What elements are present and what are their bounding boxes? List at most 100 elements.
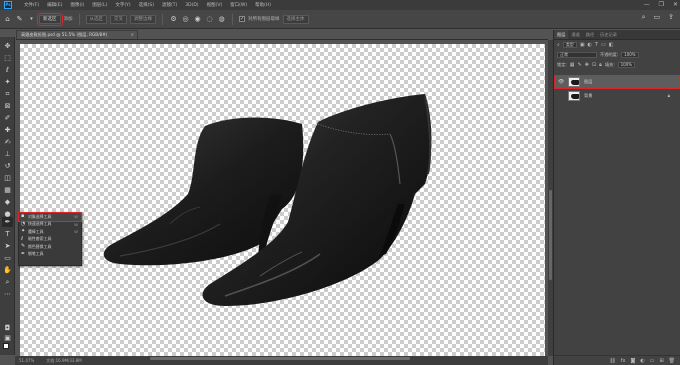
- eye-icon[interactable]: 👁︎: [558, 79, 564, 85]
- lasso-tool-icon[interactable]: ℓ: [2, 65, 13, 75]
- pressure-icon[interactable]: ◉: [193, 15, 202, 24]
- quick-mask-icon[interactable]: ◘: [2, 323, 13, 333]
- new-group-icon[interactable]: ▭: [650, 358, 655, 364]
- chevron-down-icon[interactable]: ▾: [27, 15, 36, 24]
- document-canvas[interactable]: [20, 44, 545, 356]
- menu-edit[interactable]: 编辑(E): [43, 2, 66, 8]
- size-icon[interactable]: ◌: [205, 15, 214, 24]
- flyout-item-magnetic-lasso[interactable]: ℓ 磁性套索工具: [19, 236, 81, 244]
- marquee-tool-icon[interactable]: ⬚: [2, 53, 13, 63]
- filter-adjust-icon[interactable]: ◐: [588, 42, 592, 48]
- share-icon[interactable]: ⇪: [668, 13, 674, 22]
- magic-wand-tool-icon[interactable]: ✦: [2, 77, 13, 87]
- screen-mode-icon[interactable]: ▣: [2, 333, 13, 343]
- lock-move-icon[interactable]: ✥: [585, 62, 589, 68]
- foreground-color-swatch[interactable]: [3, 343, 9, 349]
- frame-tool-icon[interactable]: ⊠: [2, 101, 13, 111]
- layer-row[interactable]: 👁︎ 图层: [554, 75, 680, 89]
- flyout-item-color-replace[interactable]: ✎ 颜色替换工具: [19, 243, 81, 251]
- more-tools-icon[interactable]: ⋯: [2, 289, 13, 299]
- aligned-icon[interactable]: ◍: [217, 15, 226, 24]
- layer-name[interactable]: 图层: [584, 79, 592, 85]
- tab-channels[interactable]: 通道: [568, 30, 582, 39]
- tab-paths[interactable]: 路径: [583, 30, 597, 39]
- flyout-item-magic-wand[interactable]: ✦ 魔棒工具 W: [19, 228, 81, 236]
- blend-mode-select[interactable]: 正常: [557, 52, 597, 58]
- crop-tool-icon[interactable]: ⌗: [2, 89, 13, 99]
- flyout-item-quick-select[interactable]: ◔ 快速选择工具 W: [19, 221, 81, 229]
- new-selection-button[interactable]: 新选区: [37, 12, 63, 26]
- eraser-tool-icon[interactable]: ◫: [2, 173, 13, 183]
- menu-layer[interactable]: 图层(L): [88, 2, 111, 8]
- flyout-item-pen[interactable]: ✒ 钢笔工具: [19, 251, 81, 259]
- document-tab[interactable]: 高跟皮鞋抠图.psd @ 51.5% (图层, RGB/8#) ×: [16, 30, 138, 39]
- hand-tool-icon[interactable]: ✋: [2, 265, 13, 275]
- menu-type[interactable]: 文字(Y): [111, 2, 134, 8]
- horizontal-scroll-thumb[interactable]: [150, 357, 410, 360]
- intersect-selection-button[interactable]: 交叉: [110, 14, 127, 24]
- close-icon[interactable]: ✕: [673, 0, 678, 10]
- new-layer-icon[interactable]: ⊞: [659, 358, 663, 364]
- restore-icon[interactable]: ❐: [659, 0, 664, 10]
- layer-row[interactable]: 背景 🔒︎: [554, 89, 680, 103]
- adjustment-layer-icon[interactable]: ◐: [640, 358, 644, 364]
- vertical-scroll-thumb[interactable]: [549, 190, 552, 280]
- tab-history[interactable]: 历史记录: [597, 30, 620, 39]
- filter-image-icon[interactable]: ▣: [580, 42, 585, 48]
- select-subject-button[interactable]: 选择主体: [282, 14, 309, 24]
- lock-paint-icon[interactable]: ✎: [578, 62, 582, 68]
- layer-style-icon[interactable]: fx: [621, 358, 626, 364]
- zoom-tool-icon[interactable]: ⌕: [2, 277, 13, 287]
- search-icon[interactable]: ⌕: [642, 13, 646, 22]
- flyout-item-object-select[interactable]: ▪ 对象选择工具 W: [18, 212, 82, 222]
- lock-all-icon[interactable]: 🔒︎: [599, 62, 602, 68]
- menu-image[interactable]: 图像(I): [66, 2, 88, 8]
- refine-button[interactable]: 调整边缘: [130, 14, 156, 24]
- menu-select[interactable]: 选择(S): [135, 2, 158, 8]
- move-tool-icon[interactable]: ✥: [2, 41, 13, 51]
- search-icon: ⌕: [557, 42, 560, 48]
- home-icon[interactable]: ⌂: [3, 15, 12, 24]
- add-to-selection-button[interactable]: 添加: [64, 15, 73, 24]
- subtract-selection-button[interactable]: 从选区: [85, 14, 107, 24]
- eyedropper-tool-icon[interactable]: ✐: [2, 113, 13, 123]
- path-select-tool-icon[interactable]: ➤: [2, 241, 13, 251]
- blur-tool-icon[interactable]: ◆: [2, 197, 13, 207]
- divider: [162, 13, 163, 25]
- stamp-tool-icon[interactable]: ⊥: [2, 149, 13, 159]
- layer-kind-select[interactable]: 类型: [562, 42, 577, 48]
- minimize-icon[interactable]: —: [644, 0, 650, 10]
- opacity-input[interactable]: 100%: [621, 52, 639, 58]
- history-brush-icon[interactable]: ↺: [2, 161, 13, 171]
- menu-view[interactable]: 视图(V): [203, 2, 227, 8]
- delete-layer-icon[interactable]: 🗑︎: [669, 358, 675, 364]
- pen-tool-icon[interactable]: ✒: [2, 217, 13, 227]
- filter-type-icon[interactable]: T: [595, 42, 598, 48]
- menu-3d[interactable]: 3D(D): [181, 3, 202, 8]
- lock-artboard-icon[interactable]: ⊡: [592, 62, 596, 68]
- filter-shape-icon[interactable]: ▭: [601, 42, 606, 48]
- menu-window[interactable]: 窗口(W): [226, 2, 251, 8]
- menu-filter[interactable]: 滤镜(T): [158, 2, 181, 8]
- tab-layers[interactable]: 图层: [554, 30, 569, 39]
- shape-tool-icon[interactable]: ▭: [2, 253, 13, 263]
- healing-tool-icon[interactable]: ✚: [2, 125, 13, 135]
- link-layers-icon[interactable]: ⛓︎: [609, 358, 615, 364]
- type-tool-icon[interactable]: T: [2, 229, 13, 239]
- lock-pixels-icon[interactable]: ▦: [570, 62, 575, 68]
- close-tab-icon[interactable]: ×: [130, 31, 134, 39]
- fill-input[interactable]: 100%: [617, 62, 636, 68]
- angle-icon[interactable]: ◎: [181, 15, 190, 24]
- zoom-level[interactable]: 51.47%: [19, 358, 34, 363]
- brush-settings-icon[interactable]: ⚙: [169, 15, 178, 24]
- add-mask-icon[interactable]: ◙: [630, 358, 635, 364]
- workspace-icon[interactable]: ▭: [654, 13, 661, 22]
- menu-file[interactable]: 文件(F): [20, 2, 43, 8]
- brush-tool-icon[interactable]: ✍: [2, 137, 13, 147]
- sample-all-layers-checkbox[interactable]: ✓: [239, 16, 245, 22]
- quick-select-tool-icon[interactable]: ✎: [15, 15, 24, 24]
- menu-help[interactable]: 帮助(H): [251, 2, 275, 8]
- layer-name[interactable]: 背景: [584, 93, 592, 99]
- gradient-tool-icon[interactable]: ▦: [2, 185, 13, 195]
- filter-smart-icon[interactable]: ◧: [609, 42, 614, 48]
